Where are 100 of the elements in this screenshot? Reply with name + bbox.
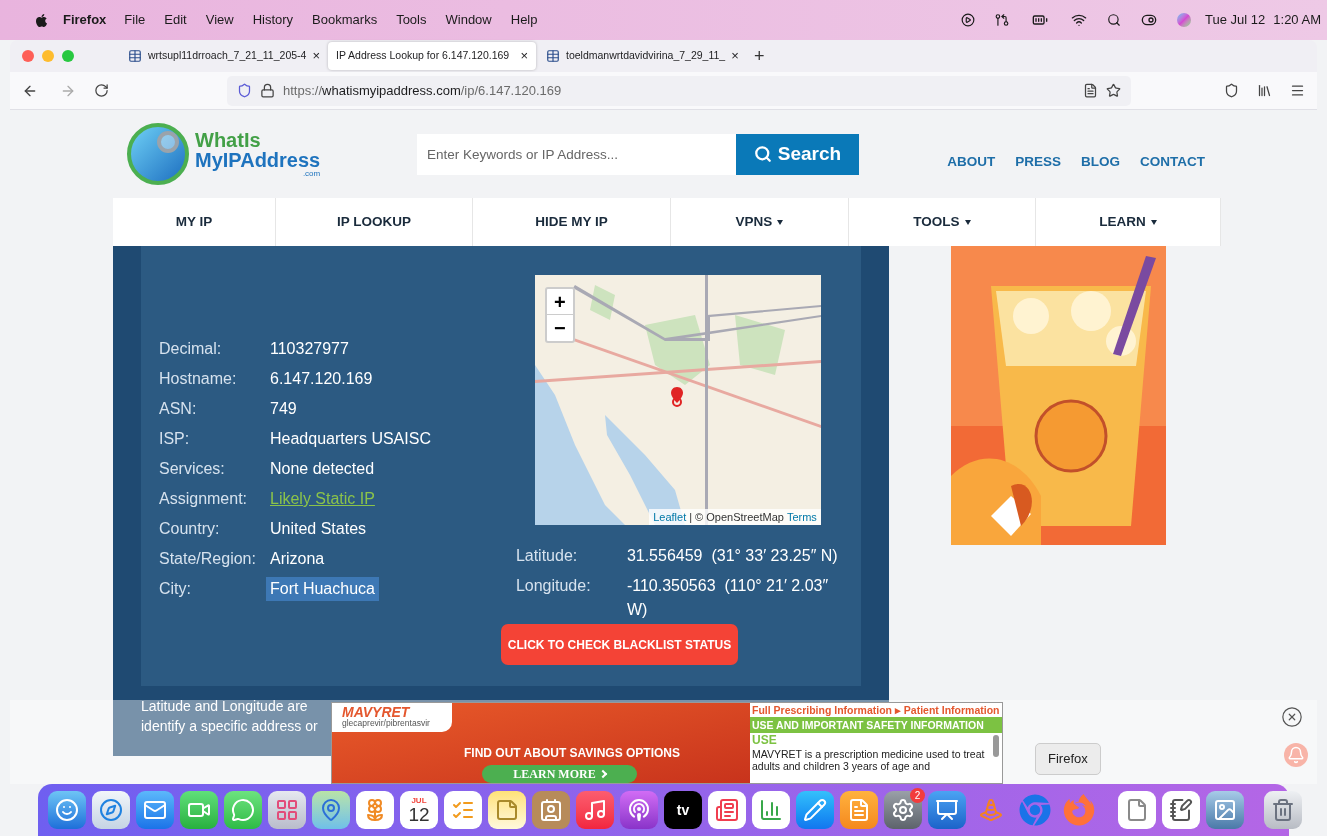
search-icon bbox=[753, 145, 772, 163]
detail-label: City: bbox=[159, 579, 192, 599]
detail-label: Country: bbox=[159, 519, 221, 539]
trash-icon[interactable] bbox=[1264, 791, 1302, 829]
face-icon[interactable] bbox=[48, 791, 86, 829]
header-link[interactable]: CONTACT bbox=[1140, 151, 1205, 173]
detail-label: Decimal: bbox=[159, 339, 223, 359]
branch-arrow-icon[interactable] bbox=[995, 13, 1010, 27]
toggles-icon[interactable] bbox=[1141, 12, 1158, 28]
tab-title: IP Address Lookup for 6.147.120.169 bbox=[336, 48, 510, 64]
menu-time[interactable]: 1:20 AM bbox=[1273, 10, 1321, 30]
detail-value: Fort Huachuca bbox=[266, 577, 379, 601]
lock-icon bbox=[260, 83, 275, 98]
map-attribution-link[interactable]: Leaflet bbox=[653, 508, 687, 525]
bookmark-star-icon[interactable] bbox=[1106, 83, 1121, 98]
ad-section-heading: USE bbox=[751, 733, 778, 748]
menu-item[interactable]: Firefox bbox=[63, 10, 107, 30]
gear-icon[interactable] bbox=[884, 791, 922, 829]
coordinate-label: Latitude: bbox=[515, 546, 579, 566]
speech-bubble-icon[interactable] bbox=[224, 791, 262, 829]
detail-label: Hostname: bbox=[159, 369, 238, 389]
ad-headline: FIND OUT ABOUT SAVINGS OPTIONS bbox=[464, 744, 681, 762]
calendar-icon[interactable]: JUL 12 bbox=[400, 791, 438, 829]
new-tab-button[interactable]: + bbox=[754, 42, 765, 70]
tv-icon[interactable]: tv bbox=[664, 791, 702, 829]
ad-safety-banner: USE AND IMPORTANT SAFETY INFORMATION bbox=[750, 717, 1002, 733]
tab-close-button[interactable]: × bbox=[520, 46, 528, 66]
library-icon[interactable] bbox=[1257, 83, 1272, 98]
search-icon[interactable] bbox=[1107, 13, 1122, 27]
siri-icon[interactable] bbox=[1177, 13, 1192, 27]
map-attribution-link[interactable]: Terms bbox=[786, 508, 817, 525]
envelope-icon[interactable] bbox=[136, 791, 174, 829]
tab-close-button[interactable]: × bbox=[731, 46, 739, 66]
photo-icon[interactable] bbox=[1206, 791, 1244, 829]
newspaper-icon[interactable] bbox=[708, 791, 746, 829]
reader-view-icon[interactable] bbox=[1083, 83, 1098, 98]
advertisement-banner[interactable] bbox=[331, 702, 1003, 784]
notification-badge: 2 bbox=[910, 788, 925, 803]
coordinate-label: Longitude: bbox=[515, 576, 592, 596]
map-attribution-text: © OpenStreetMap bbox=[695, 509, 784, 525]
notebook-pen-icon[interactable] bbox=[1162, 791, 1200, 829]
browser-tab[interactable]: wrtsupl11drroach_7_21_11_205-4 × bbox=[120, 42, 326, 70]
coordinate-value: 31.556459 (31° 33′ 23.25″ N) bbox=[626, 546, 839, 566]
menu-item[interactable]: History bbox=[252, 10, 294, 30]
notepad-icon[interactable] bbox=[488, 791, 526, 829]
menu-item[interactable]: Edit bbox=[164, 10, 187, 30]
detail-value: None detected bbox=[269, 459, 376, 479]
search-field[interactable]: Enter Keywords or IP Address... bbox=[417, 133, 736, 175]
map-icon[interactable] bbox=[312, 791, 350, 829]
podcast-icon[interactable] bbox=[620, 791, 658, 829]
browser-tab[interactable]: toeldmanwrtdavidvirina_7_29_11_ × bbox=[538, 42, 744, 70]
search-button[interactable]: Search bbox=[736, 133, 859, 175]
detail-label: State/Region: bbox=[159, 549, 257, 569]
menu-item[interactable]: Tools bbox=[396, 10, 427, 30]
reload-button[interactable] bbox=[94, 83, 109, 98]
checklist-icon[interactable] bbox=[444, 791, 482, 829]
header-link[interactable]: ABOUT bbox=[947, 151, 996, 173]
compass-icon[interactable] bbox=[92, 791, 130, 829]
tab-close-button[interactable]: × bbox=[312, 46, 320, 66]
video-camera-icon[interactable] bbox=[180, 791, 218, 829]
detail-label: Services: bbox=[159, 459, 226, 479]
logo-text[interactable]: MyIPAddress bbox=[195, 150, 321, 170]
pencil-icon[interactable] bbox=[796, 791, 834, 829]
header-link[interactable]: BLOG bbox=[1081, 151, 1120, 173]
zoom-out-button[interactable]: − bbox=[546, 315, 573, 341]
url-text: https://whatismyipaddress.com/ip/6.147.120.169 bbox=[283, 81, 562, 100]
ad-links[interactable]: Full Prescribing Information ▸ Patient Information bbox=[750, 703, 1002, 717]
document-icon[interactable] bbox=[1118, 791, 1156, 829]
menu-item[interactable]: Window bbox=[445, 10, 492, 30]
flower-icon[interactable] bbox=[356, 791, 394, 829]
menu-item[interactable]: File bbox=[124, 10, 146, 30]
app-grid-icon[interactable] bbox=[268, 791, 306, 829]
address-bar[interactable]: https://whatismyipaddress.com/ip/6.147.120.169 bbox=[227, 75, 1131, 106]
presentation-icon[interactable] bbox=[928, 791, 966, 829]
menu-item[interactable]: View bbox=[205, 10, 234, 30]
menu-item[interactable]: Bookmarks bbox=[312, 10, 378, 30]
music-note-icon[interactable] bbox=[576, 791, 614, 829]
contact-card-icon[interactable] bbox=[532, 791, 570, 829]
map-marker-icon[interactable] bbox=[669, 387, 684, 407]
play-icon[interactable] bbox=[961, 13, 976, 27]
shield-icon bbox=[237, 83, 252, 98]
menu-date[interactable]: Tue Jul 12 bbox=[1205, 10, 1266, 30]
wifi-icon[interactable] bbox=[1071, 12, 1088, 28]
map[interactable]: + − Leaflet | © OpenStreetMap Terms bbox=[534, 275, 821, 525]
blacklist-button[interactable]: CLICK TO CHECK BLACKLIST STATUS bbox=[501, 624, 738, 665]
apple-icon[interactable] bbox=[34, 12, 49, 28]
bar-chart-icon[interactable] bbox=[752, 791, 790, 829]
close-window-button[interactable] bbox=[22, 50, 34, 62]
header-link[interactable]: PRESS bbox=[1015, 151, 1061, 173]
close-ad-icon[interactable] bbox=[1281, 706, 1303, 728]
detail-label: ISP: bbox=[159, 429, 191, 449]
browser-tab[interactable]: IP Address Lookup for 6.147.120.169 × bbox=[328, 42, 536, 70]
ad-body-text: MAVYRET is a prescription medicine used to treat adults and children 3 years of age and bbox=[751, 748, 986, 772]
scrollbar[interactable] bbox=[993, 735, 999, 757]
document-pen-icon[interactable] bbox=[840, 791, 878, 829]
tab-title: toeldmanwrtdavidvirina_7_29_11_ bbox=[566, 48, 726, 64]
detail-label: ASN: bbox=[159, 399, 198, 419]
zoom-in-button[interactable]: + bbox=[546, 289, 573, 315]
menu-icon[interactable] bbox=[1290, 83, 1305, 98]
menu-item[interactable]: Help bbox=[510, 10, 538, 30]
